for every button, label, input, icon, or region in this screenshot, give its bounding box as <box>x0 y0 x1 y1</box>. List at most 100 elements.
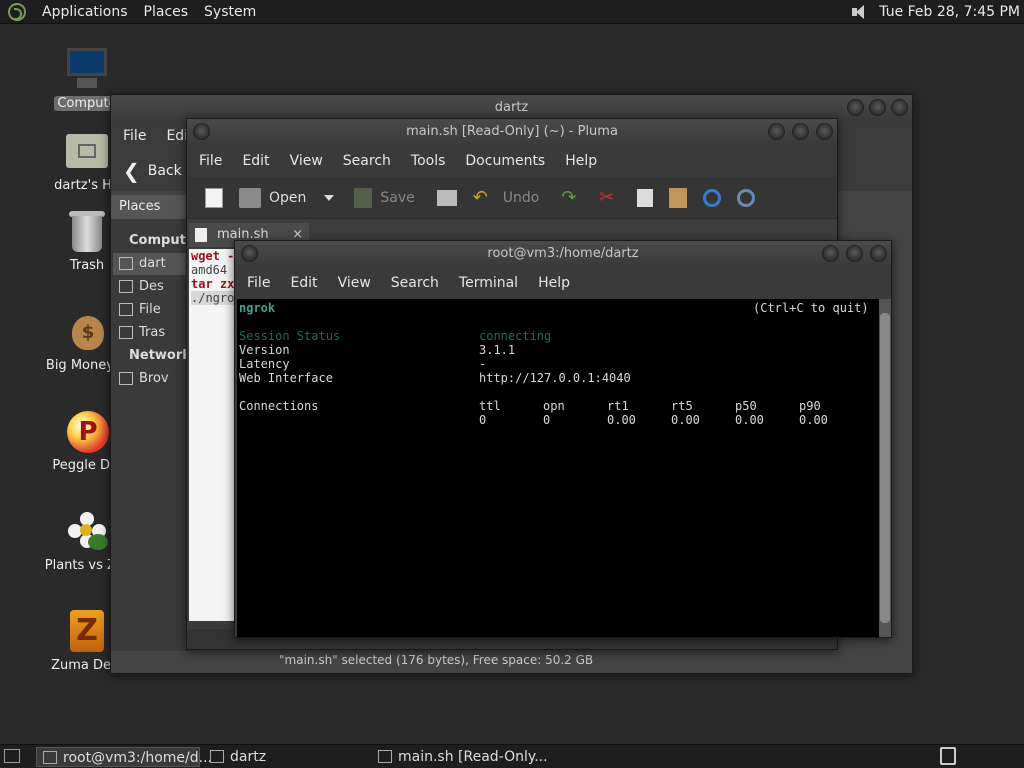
sidebar-item-trash[interactable]: Tras <box>113 322 189 344</box>
minimize-button[interactable] <box>847 99 864 116</box>
conn-value-rt5: 0.00 <box>671 413 700 427</box>
conn-header-p50: p50 <box>735 399 757 413</box>
cut-icon[interactable]: ✂ <box>599 187 621 208</box>
terminal-scrollbar[interactable] <box>879 299 891 637</box>
terminal-screen[interactable]: ngrok (Ctrl+C to quit) Session Status co… <box>237 299 879 637</box>
folder-icon <box>210 750 224 763</box>
bottom-panel: root@vm3:/home/d... dartz main.sh [Read-… <box>0 744 1024 768</box>
open-folder-icon[interactable] <box>239 187 261 208</box>
top-panel: Applications Places System Tue Feb 28, 7… <box>0 0 1024 24</box>
minimize-button[interactable] <box>768 123 785 140</box>
menu-view[interactable]: View <box>280 153 333 169</box>
places-menu[interactable]: Places <box>136 4 197 20</box>
close-button[interactable] <box>891 99 908 116</box>
menu-help[interactable]: Help <box>528 275 580 291</box>
sidebar-item-desktop[interactable]: Des <box>113 276 189 298</box>
menu-terminal[interactable]: Terminal <box>449 275 528 291</box>
terminal-app-name: ngrok <box>239 301 276 315</box>
window-menu-button[interactable] <box>241 245 258 262</box>
applications-menu[interactable]: Applications <box>34 4 136 20</box>
open-button[interactable]: Open <box>269 190 306 206</box>
places-header[interactable]: Places <box>111 195 189 219</box>
menu-edit[interactable]: Edit <box>280 275 327 291</box>
terminal-quit-hint: (Ctrl+C to quit) <box>753 301 869 315</box>
conn-value-p50: 0.00 <box>735 413 764 427</box>
text-editor-area[interactable]: wget - amd64 tar zx ./ngro <box>189 249 235 621</box>
plants-vs-zombies-icon <box>64 508 110 554</box>
save-icon[interactable] <box>354 187 373 208</box>
search-icon[interactable] <box>703 188 722 207</box>
mate-menu-icon[interactable] <box>8 2 26 21</box>
clock[interactable]: Tue Feb 28, 7:45 PM <box>879 4 1020 20</box>
back-button[interactable]: Back <box>148 163 182 179</box>
taskbar-item-text-editor[interactable]: main.sh [Read-Only... <box>372 747 552 767</box>
print-icon[interactable] <box>436 189 457 206</box>
conn-header-ttl: ttl <box>479 399 501 413</box>
latency-value: - <box>479 357 487 371</box>
sidebar-item-home[interactable]: dart <box>113 253 189 275</box>
desktop-icon <box>119 280 133 293</box>
conn-value-p90: 0.00 <box>799 413 828 427</box>
close-button[interactable] <box>870 245 887 262</box>
window-title: main.sh [Read-Only] (~) - Pluma <box>406 124 618 139</box>
taskbar-item-file-manager[interactable]: dartz <box>204 747 364 767</box>
redo-icon[interactable]: ↷ <box>561 187 583 208</box>
menu-help[interactable]: Help <box>555 153 607 169</box>
taskbar-item-terminal[interactable]: root@vm3:/home/d... <box>36 747 212 767</box>
text-editor-menubar: File Edit View Search Tools Documents He… <box>187 145 837 177</box>
search-replace-icon[interactable] <box>737 188 756 207</box>
sidebar-item-filesystem[interactable]: File <box>113 299 189 321</box>
sidebar-section-network: Network <box>129 348 191 363</box>
terminal-titlebar[interactable]: root@vm3:/home/dartz <box>235 241 891 267</box>
volume-icon[interactable] <box>851 4 869 20</box>
version-value: 3.1.1 <box>479 343 516 357</box>
trash-icon <box>119 326 133 339</box>
taskbar-item-label: dartz <box>230 749 267 765</box>
close-button[interactable] <box>816 123 833 140</box>
text-editor-toolbar: Open Save ↶ Undo ↷ ✂ <box>187 177 837 219</box>
text-editor-titlebar[interactable]: main.sh [Read-Only] (~) - Pluma <box>187 119 837 145</box>
scrollbar-thumb[interactable] <box>880 313 890 623</box>
back-arrow-icon[interactable]: ❮ <box>123 159 140 183</box>
maximize-button[interactable] <box>869 99 886 116</box>
computer-icon <box>64 46 110 92</box>
chevron-down-icon[interactable] <box>324 194 335 201</box>
web-interface-value: http://127.0.0.1:4040 <box>479 371 631 385</box>
desktop-icon-label: Trash <box>69 258 105 273</box>
menu-file[interactable]: File <box>113 128 156 144</box>
menu-documents[interactable]: Documents <box>455 153 555 169</box>
connections-label: Connections <box>239 399 319 413</box>
menu-view[interactable]: View <box>328 275 381 291</box>
paste-icon[interactable] <box>669 187 688 208</box>
sidebar-item-browse-network[interactable]: Brov <box>113 368 189 390</box>
window-menu-button[interactable] <box>193 123 210 140</box>
trash-applet-icon[interactable] <box>940 747 956 765</box>
menu-file[interactable]: File <box>237 275 280 291</box>
terminal-window[interactable]: root@vm3:/home/dartz File Edit View Sear… <box>234 240 892 638</box>
menu-search[interactable]: Search <box>381 275 449 291</box>
drive-icon <box>119 303 133 316</box>
places-sidebar: Places Compute dart Des File Tras Networ… <box>111 195 195 651</box>
maximize-button[interactable] <box>792 123 809 140</box>
undo-icon[interactable]: ↶ <box>473 187 495 208</box>
editor-line: ./ngro <box>191 291 235 305</box>
web-interface-label: Web Interface <box>239 371 333 385</box>
maximize-button[interactable] <box>846 245 863 262</box>
save-button[interactable]: Save <box>380 190 414 206</box>
minimize-button[interactable] <box>822 245 839 262</box>
new-document-icon[interactable] <box>205 187 223 208</box>
session-status-value: connecting <box>479 329 552 343</box>
copy-icon[interactable] <box>637 188 654 207</box>
menu-tools[interactable]: Tools <box>401 153 456 169</box>
zuma-icon: Z <box>64 608 110 654</box>
undo-button[interactable]: Undo <box>503 190 540 206</box>
menu-file[interactable]: File <box>189 153 232 169</box>
menu-search[interactable]: Search <box>333 153 401 169</box>
trash-icon <box>64 208 110 254</box>
show-desktop-icon[interactable] <box>4 749 20 763</box>
menu-edit[interactable]: Edit <box>232 153 279 169</box>
terminal-icon <box>43 751 57 764</box>
peggle-icon: P <box>64 408 110 454</box>
system-menu[interactable]: System <box>196 4 264 20</box>
money-bag-icon: $ <box>64 308 110 354</box>
